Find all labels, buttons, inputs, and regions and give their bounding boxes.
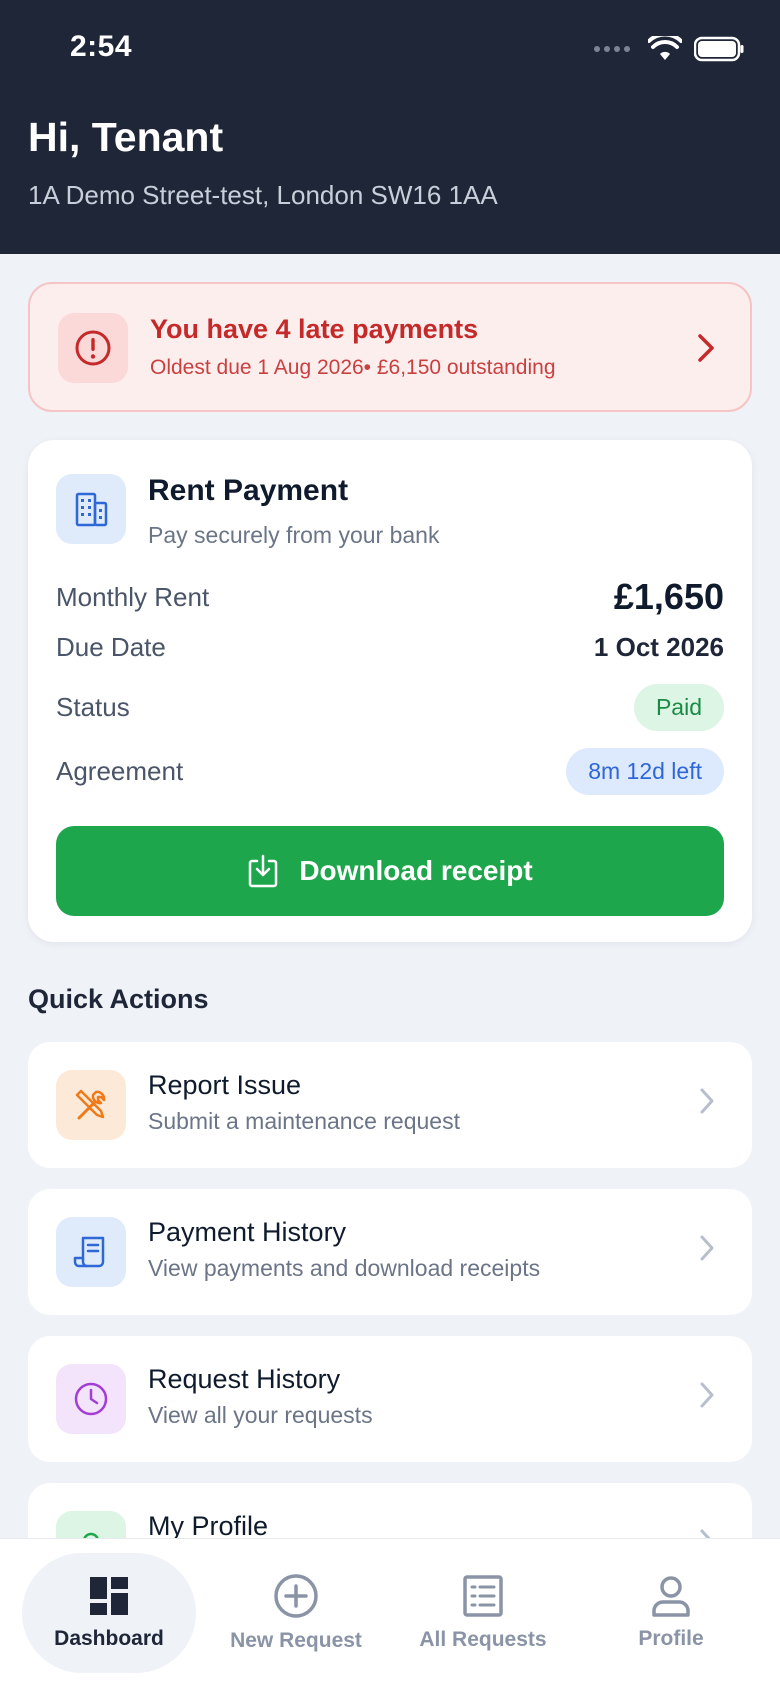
clock-icon [56,1364,126,1434]
alert-title: You have 4 late payments [150,314,479,344]
rent-card-subtitle: Pay securely from your bank [148,522,440,548]
chevron-right-icon [700,1382,714,1408]
tab-dashboard-label: Dashboard [54,1627,164,1650]
person-icon [652,1576,690,1617]
payment-history-action[interactable]: Payment History View payments and downlo… [28,1189,752,1315]
agreement-label: Agreement [56,756,184,786]
chevron-right-icon [700,1235,714,1261]
tab-profile[interactable]: Profile [584,1553,758,1673]
quick-actions-title: Quick Actions [28,984,209,1014]
monthly-rent-value: £1,650 [613,576,724,617]
status-time: 2:54 [70,30,133,63]
report-issue-subtitle: Submit a maintenance request [148,1108,460,1134]
list-icon [463,1575,503,1617]
request-history-title: Request History [148,1364,341,1394]
download-receipt-button[interactable]: Download receipt [56,826,724,916]
alert-subtitle: Oldest due 1 Aug 2026• £6,150 outstandin… [150,356,556,379]
status-label: Status [56,692,130,722]
agreement-row: Agreement 8m 12d left [56,748,724,795]
chevron-right-icon [698,334,714,362]
rent-card-title: Rent Payment [148,474,349,507]
due-date-label: Due Date [56,632,166,662]
report-issue-title: Report Issue [148,1070,302,1100]
battery-icon [694,36,744,62]
due-date-row: Due Date 1 Oct 2026 [56,632,724,663]
chevron-right-icon [700,1088,714,1114]
tab-all-requests[interactable]: All Requests [396,1553,570,1673]
receipt-icon [56,1217,126,1287]
plus-circle-icon [274,1574,318,1618]
tab-new-request[interactable]: New Request [209,1553,383,1673]
report-issue-action[interactable]: Report Issue Submit a maintenance reques… [28,1042,752,1168]
bottom-tab-bar: Dashboard New Request All Requests Profi… [0,1538,780,1688]
payment-history-title: Payment History [148,1217,347,1247]
alert-icon [58,313,128,383]
request-history-action[interactable]: Request History View all your requests [28,1336,752,1462]
tab-profile-label: Profile [638,1627,704,1650]
due-date-value: 1 Oct 2026 [593,632,724,662]
agreement-badge: 8m 12d left [566,748,724,795]
late-payments-alert[interactable]: You have 4 late payments Oldest due 1 Au… [28,282,752,412]
dashboard-icon [90,1577,128,1615]
download-receipt-label: Download receipt [299,855,533,886]
payment-history-subtitle: View payments and download receipts [148,1255,541,1281]
download-icon [249,854,278,888]
status-indicators [594,36,744,62]
status-row: Status Paid [56,684,724,731]
monthly-rent-label: Monthly Rent [56,581,210,612]
signal-icon [594,46,630,52]
wifi-icon [648,36,682,60]
app-header: 2:54 Hi, Tenant 1A Demo Street-test, Lon… [0,0,780,254]
tools-icon [56,1070,126,1140]
rent-payment-card: Rent Payment Pay securely from your bank… [28,440,752,942]
tab-all-requests-label: All Requests [419,1628,547,1651]
tab-new-request-label: New Request [230,1629,362,1652]
status-badge: Paid [633,684,724,731]
tab-dashboard[interactable]: Dashboard [22,1553,196,1673]
greeting-title: Hi, Tenant [28,114,224,160]
request-history-subtitle: View all your requests [148,1402,373,1428]
property-address: 1A Demo Street-test, London SW16 1AA [28,180,498,210]
building-icon [56,474,126,544]
monthly-rent-row: Monthly Rent £1,650 [56,576,724,618]
